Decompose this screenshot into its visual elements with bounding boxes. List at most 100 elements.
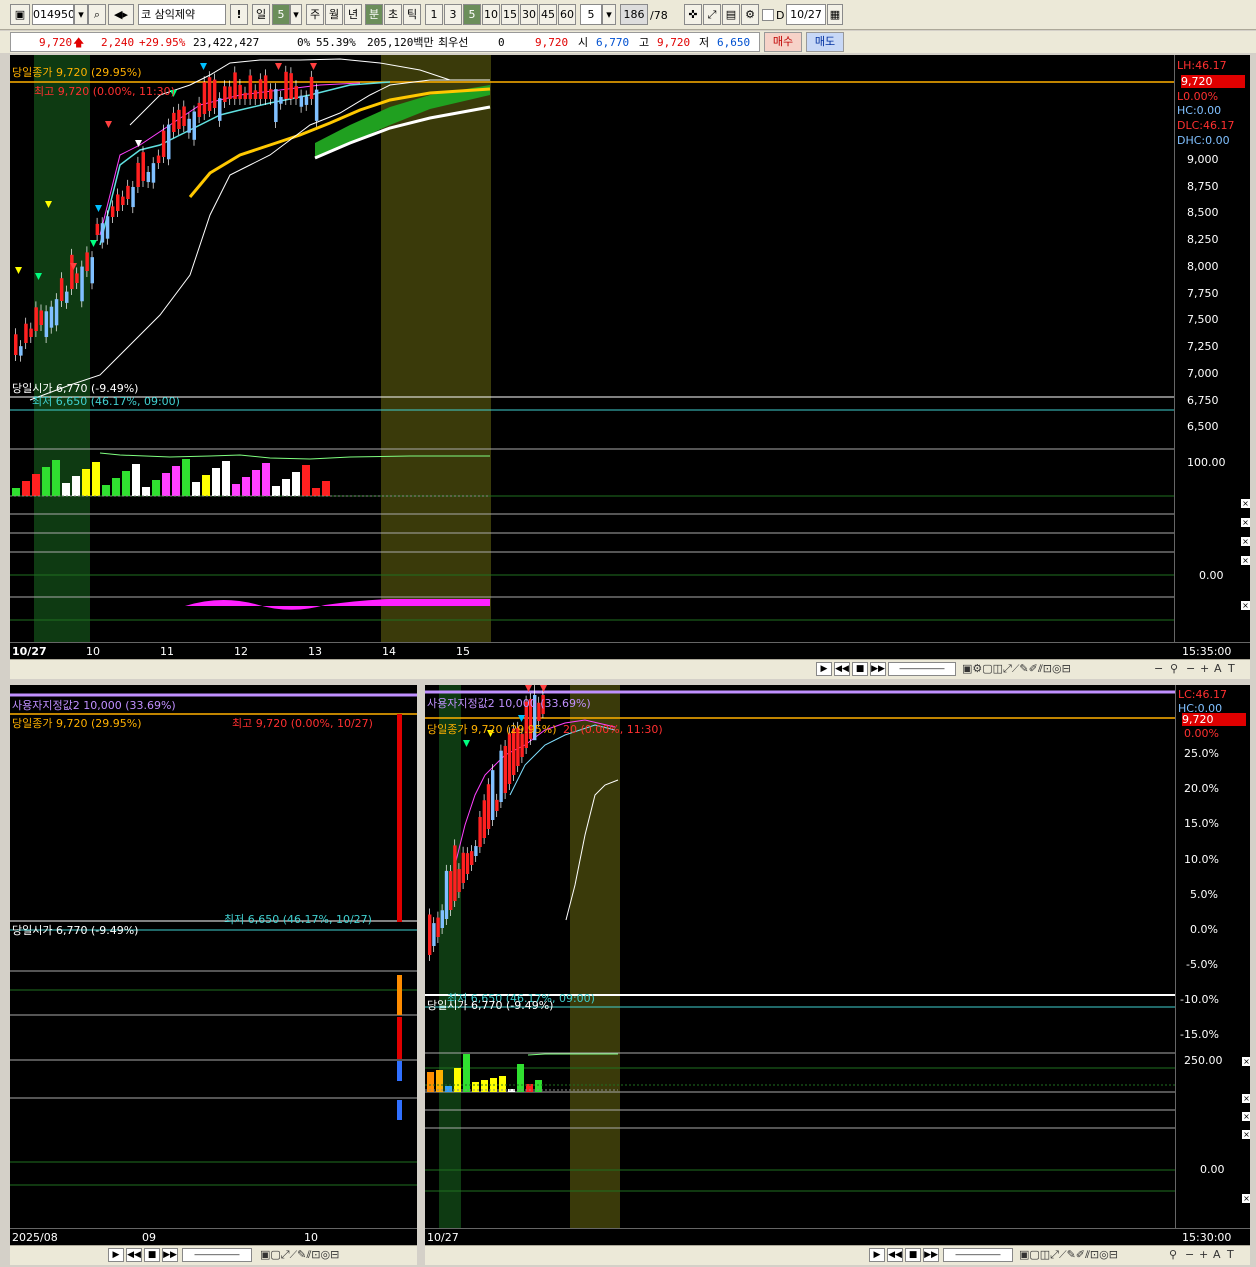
- period-day-button[interactable]: 일: [252, 4, 270, 25]
- close-pane-icon[interactable]: ×: [1242, 1057, 1250, 1066]
- close-pane-icon[interactable]: ×: [1241, 518, 1250, 527]
- month-button[interactable]: 월: [325, 4, 343, 25]
- plus-icon[interactable]: +: [1200, 662, 1209, 676]
- close-pane-icon[interactable]: ×: [1241, 537, 1250, 546]
- magnifier-icon[interactable]: ⚲: [1170, 662, 1178, 676]
- settings-gear-icon[interactable]: ⚙: [741, 4, 759, 25]
- axis-current-price: 9,720: [1181, 75, 1245, 88]
- bottom-left-daily-chart[interactable]: 사용자지정값2 10,000 (33.69%) 당일종가 9,720 (29.9…: [10, 685, 417, 1228]
- xtick: 12: [234, 645, 248, 658]
- chart-tools-icon[interactable]: ▣⚙▢◫⤢⟋✎✐⫽⊡◎⊟: [962, 662, 1071, 676]
- top-price-chart[interactable]: 당일종가 9,720 (29.95%) 최고 9,720 (0.00%, 11:…: [10, 55, 1174, 642]
- close-pane-icon[interactable]: ×: [1242, 1094, 1250, 1103]
- rewind-button[interactable]: ◀◀: [834, 662, 850, 676]
- magnifier-icon[interactable]: ⚲: [1169, 1248, 1177, 1262]
- prev-next-icon[interactable]: ◀▸: [108, 4, 134, 25]
- forward-button[interactable]: ▶▶: [923, 1248, 939, 1262]
- interval-5[interactable]: 5: [463, 4, 481, 25]
- forward-button[interactable]: ▶▶: [162, 1248, 178, 1262]
- bl-user-label: 사용자지정값2 10,000 (33.69%): [12, 699, 176, 712]
- candle: [161, 130, 166, 157]
- zoom-out-icon[interactable]: −: [1154, 662, 1163, 676]
- text-icon[interactable]: A: [1213, 1248, 1221, 1262]
- interval-10[interactable]: 10: [482, 4, 500, 25]
- ytick: 0.0%: [1190, 923, 1218, 936]
- period-num-button[interactable]: 5: [272, 4, 290, 25]
- text-type-icon[interactable]: T: [1227, 1248, 1234, 1262]
- interval-dropdown-icon[interactable]: ▾: [602, 4, 616, 25]
- zoom-slider[interactable]: ―――――: [182, 1248, 252, 1262]
- interval-60[interactable]: 60: [558, 4, 576, 25]
- close-pane-icon[interactable]: ×: [1241, 499, 1250, 508]
- week-button[interactable]: 주: [306, 4, 324, 25]
- candle: [223, 86, 227, 102]
- candle: [428, 914, 432, 955]
- minus-icon[interactable]: −: [1186, 662, 1195, 676]
- count-field[interactable]: 186: [620, 4, 648, 25]
- code-dropdown-icon[interactable]: ▾: [74, 4, 88, 25]
- period-dropdown-icon[interactable]: ▾: [290, 4, 302, 25]
- interval-1[interactable]: 1: [425, 4, 443, 25]
- search-icon[interactable]: ⌕: [88, 4, 106, 25]
- interval-3[interactable]: 3: [444, 4, 462, 25]
- chart-tools-icon[interactable]: ▣▢◫⤢⟋✎✐⫽⊡◎⊟: [1019, 1248, 1118, 1262]
- zero-pct: 0%: [297, 36, 311, 49]
- signal-arrow-icon: [310, 63, 317, 70]
- close-pane-icon[interactable]: ×: [1241, 601, 1250, 610]
- second-button[interactable]: 초: [384, 4, 402, 25]
- d-checkbox[interactable]: [762, 9, 774, 21]
- stock-name-field[interactable]: 코 삼익제약: [138, 4, 226, 25]
- xtick: 10: [304, 1231, 318, 1244]
- interval-15[interactable]: 15: [501, 4, 519, 25]
- chart-tools-icon[interactable]: ▣▢⤢⟋✎⫽⊡◎⊟: [260, 1248, 339, 1262]
- bottom-right-percent-chart[interactable]: 사용자지정값2 10,000 (33.69%) 당일종가 9,720 (29.9…: [425, 685, 1175, 1228]
- rewind-button[interactable]: ◀◀: [887, 1248, 903, 1262]
- forward-button[interactable]: ▶▶: [870, 662, 886, 676]
- zoom-slider[interactable]: ―――――: [888, 662, 956, 676]
- interval-45[interactable]: 45: [539, 4, 557, 25]
- menu-icon[interactable]: ▣: [10, 4, 30, 25]
- crosshair-icon[interactable]: ✜: [684, 4, 702, 25]
- tick-button[interactable]: 틱: [403, 4, 421, 25]
- volume-bar: [397, 1061, 402, 1081]
- volume-bar: [232, 484, 240, 496]
- stop-button[interactable]: ■: [905, 1248, 921, 1262]
- plus-icon[interactable]: +: [1199, 1248, 1208, 1262]
- stop-button[interactable]: ■: [144, 1248, 160, 1262]
- close-pane-icon[interactable]: ×: [1242, 1112, 1250, 1121]
- alert-button[interactable]: !: [230, 4, 248, 25]
- close-pane-icon[interactable]: ×: [1241, 556, 1250, 565]
- zoom-slider[interactable]: ―――――: [943, 1248, 1013, 1262]
- pane-splitter[interactable]: [417, 685, 425, 1265]
- price-change: 2,240: [101, 36, 135, 49]
- interval-input[interactable]: 5: [580, 4, 602, 25]
- close-pane-icon[interactable]: ×: [1242, 1130, 1250, 1139]
- candle: [470, 851, 474, 865]
- text-icon[interactable]: A: [1214, 662, 1222, 676]
- minute-button[interactable]: 분: [365, 4, 383, 25]
- interval-30[interactable]: 30: [520, 4, 538, 25]
- stop-button[interactable]: ■: [852, 662, 868, 676]
- save-icon[interactable]: ▤: [722, 4, 740, 25]
- tool-icon[interactable]: ⤢: [703, 4, 721, 25]
- scroll-right-button[interactable]: ▶: [108, 1248, 124, 1262]
- date-input[interactable]: 10/27: [786, 4, 826, 25]
- sell-button[interactable]: 매도: [806, 32, 844, 52]
- br-open-label: 당일시가 6,770 (-9.49%): [427, 999, 554, 1012]
- buy-button[interactable]: 매수: [764, 32, 802, 52]
- candle: [131, 186, 135, 208]
- ytick: 8,000: [1187, 260, 1219, 273]
- rewind-button[interactable]: ◀◀: [126, 1248, 142, 1262]
- scroll-right-button[interactable]: ▶: [816, 662, 832, 676]
- close-pane-icon[interactable]: ×: [1242, 1194, 1250, 1203]
- year-button[interactable]: 년: [344, 4, 362, 25]
- text-type-icon[interactable]: T: [1228, 662, 1235, 676]
- candle: [294, 86, 298, 99]
- calendar-icon[interactable]: ▦: [827, 4, 843, 25]
- volume-bar: [142, 487, 150, 496]
- axis-hc: HC:0.00: [1177, 104, 1222, 117]
- candle: [269, 89, 273, 99]
- minus-icon[interactable]: −: [1185, 1248, 1194, 1262]
- scroll-right-button[interactable]: ▶: [869, 1248, 885, 1262]
- stock-code-input[interactable]: 014950: [32, 4, 74, 25]
